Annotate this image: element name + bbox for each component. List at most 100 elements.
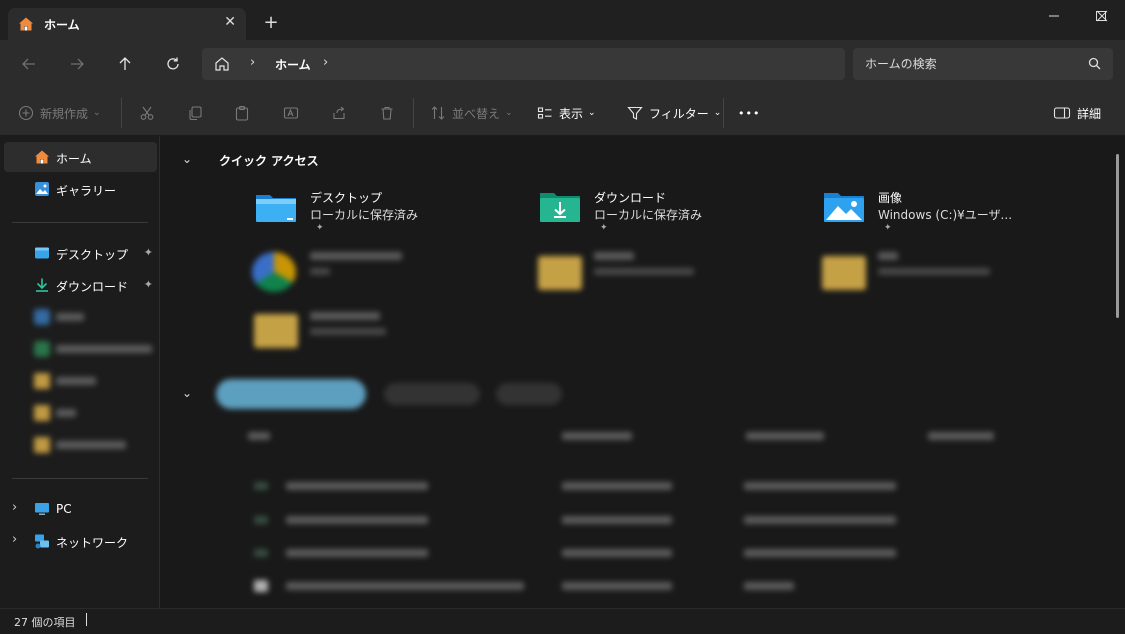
collapse-quick-access-icon[interactable]: ⌄ <box>182 152 192 166</box>
tile-subtitle: ローカルに保存済み <box>594 208 703 222</box>
arrow-up-icon <box>119 57 131 70</box>
details-pane-button[interactable]: 詳細 <box>1053 100 1101 126</box>
shared-filter-pill[interactable] <box>496 383 562 405</box>
search-icon <box>1088 57 1101 70</box>
recent-filter-pill[interactable] <box>216 379 366 409</box>
pin-icon[interactable]: ✦ <box>144 278 153 291</box>
copy-button[interactable] <box>187 100 203 126</box>
blurred-text <box>878 268 990 275</box>
back-button[interactable] <box>16 52 42 76</box>
folder-tile-icon[interactable] <box>538 256 582 290</box>
pictures-folder-icon <box>824 193 864 222</box>
more-options-button[interactable]: ••• <box>738 100 760 126</box>
tile-name: ダウンロード <box>594 191 667 205</box>
sidebar-item-blurred[interactable] <box>4 366 157 396</box>
forward-button[interactable] <box>64 52 90 76</box>
pc-icon <box>35 503 49 515</box>
sidebar-divider <box>12 478 148 479</box>
new-button[interactable]: 新規作成 ⌄ <box>18 100 101 126</box>
column-header[interactable] <box>248 432 270 440</box>
search-box[interactable] <box>853 48 1113 80</box>
sidebar-item-gallery[interactable]: ギャラリー <box>4 174 157 204</box>
pin-icon: ✦ <box>316 223 324 233</box>
tab-label: ホーム <box>44 18 80 32</box>
blurred-text <box>594 252 634 260</box>
paste-button[interactable] <box>234 100 250 126</box>
breadcrumb-separator-end[interactable]: › <box>323 55 328 70</box>
table-row[interactable] <box>250 546 930 560</box>
search-input[interactable] <box>865 54 1085 74</box>
chevron-down-icon: ⌄ <box>588 108 596 118</box>
close-window-button[interactable] <box>1079 0 1125 32</box>
blurred-text <box>310 252 402 260</box>
view-button[interactable]: 表示 ⌄ <box>537 100 596 126</box>
column-header[interactable] <box>562 432 632 440</box>
rename-button[interactable] <box>283 100 299 126</box>
blurred-text <box>594 268 694 275</box>
breadcrumb-home[interactable]: ホーム <box>275 56 311 73</box>
details-label: 詳細 <box>1077 106 1102 121</box>
status-bar <box>0 608 1125 634</box>
sidebar-item-label: ネットワーク <box>56 536 129 550</box>
refresh-icon <box>167 57 179 70</box>
folder-tile-icon[interactable] <box>822 256 866 290</box>
close-icon <box>1096 10 1108 22</box>
favorites-filter-pill[interactable] <box>384 383 480 405</box>
chevron-right-icon[interactable]: › <box>12 532 17 547</box>
column-header[interactable] <box>928 432 994 440</box>
folder-tile-icon[interactable] <box>254 314 298 348</box>
collapse-recent-icon[interactable]: ⌄ <box>182 386 192 400</box>
folder-icon <box>34 405 50 421</box>
delete-button[interactable] <box>379 100 395 126</box>
item-count: 27 個の項目 <box>14 616 76 629</box>
column-header[interactable] <box>746 432 824 440</box>
sidebar-item-network[interactable]: › ネットワーク <box>4 526 157 556</box>
breadcrumb-separator[interactable]: › <box>250 55 255 70</box>
pin-icon[interactable]: ✦ <box>144 246 153 259</box>
share-button[interactable] <box>331 100 347 126</box>
quick-access-desktop[interactable]: デスクトップ ローカルに保存済み ✦ <box>254 189 514 249</box>
cut-button[interactable] <box>139 100 155 126</box>
sidebar-item-blurred[interactable] <box>4 430 157 460</box>
pin-icon: ✦ <box>884 223 892 233</box>
view-list-icon <box>537 107 552 119</box>
home-icon <box>19 17 33 31</box>
close-tab-icon[interactable]: ✕ <box>224 14 236 30</box>
sidebar-item-home[interactable]: ホーム <box>4 142 157 172</box>
table-row[interactable] <box>250 513 930 527</box>
status-divider <box>86 613 87 626</box>
refresh-button[interactable] <box>160 52 186 76</box>
scissors-icon <box>140 106 154 120</box>
sort-button[interactable]: 並べ替え ⌄ <box>430 100 513 126</box>
quick-access-pictures[interactable]: 画像 Windows (C:)¥ユーザ... ✦ <box>822 189 1082 249</box>
tile-name: 画像 <box>878 191 903 205</box>
copy-icon <box>189 106 202 121</box>
home-outline-icon <box>215 57 229 71</box>
toolbar-divider <box>413 98 414 128</box>
table-row[interactable] <box>250 579 930 593</box>
sidebar-item-blurred[interactable] <box>4 302 157 332</box>
sidebar-item-desktop[interactable]: デスクトップ ✦ <box>4 238 157 268</box>
quick-access-header[interactable]: クイック アクセス <box>219 152 319 169</box>
new-tab-button[interactable]: + <box>258 10 284 36</box>
filter-label: フィルター <box>649 106 709 121</box>
chevron-right-icon[interactable]: › <box>12 500 17 515</box>
folder-icon <box>34 437 50 453</box>
folder-icon <box>34 309 50 325</box>
drive-tile-icon[interactable] <box>252 252 296 292</box>
tab-home[interactable]: ホーム ✕ <box>8 8 246 40</box>
table-row[interactable] <box>250 479 930 493</box>
up-button[interactable] <box>112 52 138 76</box>
vertical-scrollbar[interactable] <box>1116 154 1119 318</box>
drive-icon <box>34 341 50 357</box>
sidebar-item-blurred[interactable] <box>4 398 157 428</box>
desktop-icon <box>35 247 49 259</box>
quick-access-downloads[interactable]: ダウンロード ローカルに保存済み ✦ <box>538 189 798 249</box>
sidebar-item-blurred[interactable] <box>4 334 157 364</box>
network-icon <box>35 534 49 549</box>
tile-subtitle: Windows (C:)¥ユーザ... <box>878 208 1013 222</box>
sidebar-item-pc[interactable]: › PC <box>4 494 157 524</box>
filter-button[interactable]: フィルター ⌄ <box>627 100 721 126</box>
sidebar-item-downloads[interactable]: ダウンロード ✦ <box>4 270 157 300</box>
address-bar[interactable]: › ホーム › <box>202 48 845 80</box>
